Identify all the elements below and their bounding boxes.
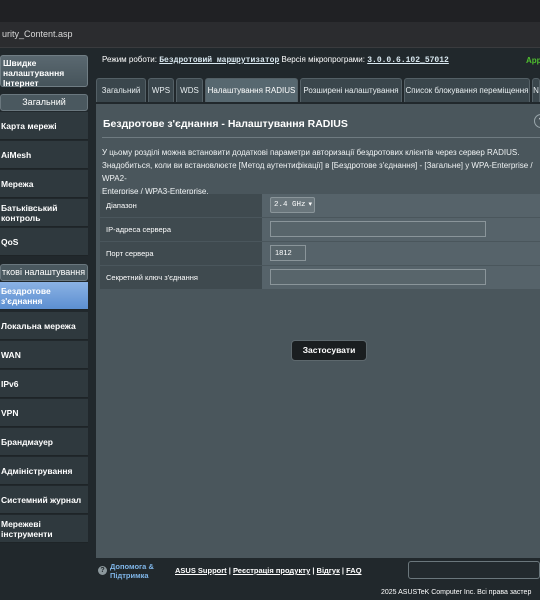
mode-label: Режим роботи: [102,55,157,64]
chevron-down-icon: ▾ [308,201,312,209]
sidebar-item-label: AiMesh [1,149,32,160]
advanced-section-header: ткові налаштування [0,264,88,281]
sidebar-item-label: Карта мережі [1,120,57,131]
band-selected-value: 2.4 GHz [274,201,306,209]
sidebar-item-parental-control[interactable]: Батьківський контроль [0,199,88,227]
server-ip-row: IP-адреса сервера [100,218,540,241]
sidebar-item-system-log[interactable]: Системний журнал [0,486,88,514]
copyright-text: 2025 ASUSTeK Computer Inc. Всі права зас… [381,589,532,596]
tab-roaming-block-list[interactable]: Список блокування переміщення [404,78,530,102]
search-input[interactable] [408,561,540,579]
faq-link[interactable]: FAQ [346,566,361,575]
band-label: Діапазон [100,194,262,217]
sidebar-item-lan[interactable]: Локальна мережа [0,312,88,340]
sidebar-item-label: Мережа [1,178,34,189]
help-support-line: Допомога & [110,562,154,571]
tab-professional[interactable]: Розширені налаштування [300,78,402,102]
product-registration-link[interactable]: Реєстрація продукту [233,566,310,575]
sidebar-item-label: WAN [1,349,21,360]
app-link[interactable]: App [526,56,540,65]
server-port-input[interactable]: 1812 [270,245,306,261]
shared-secret-input[interactable] [270,269,486,285]
title-divider [102,137,540,138]
feedback-link[interactable]: Відгук [317,566,340,575]
sidebar-item-label: IPv6 [1,378,19,389]
router-page: Швидке налаштування Інтернет Загальний К… [0,48,540,600]
firmware-version-link[interactable]: 3.0.0.6.102_57012 [367,56,449,65]
quick-internet-setup-button[interactable]: Швидке налаштування Інтернет [0,55,88,88]
radius-settings-panel: Бездротове з'єднання - Налаштування RADI… [96,104,540,558]
sidebar-item-label: VPN [1,407,19,418]
band-value-cell: 2.4 GHz ▾ [262,194,540,217]
operation-mode-link[interactable]: Бездротовий маршрутизатор [159,56,279,65]
description-line: У цьому розділі можна встановити додатко… [102,148,520,157]
sidebar-item-network[interactable]: Мережа [0,170,88,198]
firmware-label: Версія мікропрограми: [281,55,365,64]
shared-secret-cell [262,266,540,289]
help-support-line: Підтримка [110,571,149,580]
sidebar-item-firewall[interactable]: Брандмауер [0,428,88,456]
footer: ? Допомога & Підтримка ASUS Support | Ре… [96,558,540,584]
help-support-link[interactable]: Допомога & Підтримка [110,562,154,580]
help-icon[interactable]: ? [534,114,540,128]
page-title: Бездротове з'єднання - Налаштування RADI… [103,118,348,130]
browser-address-bar[interactable]: urity_Content.asp [0,22,540,48]
sidebar-item-label: Адміністрування [1,465,73,476]
sidebar-item-vpn[interactable]: VPN [0,399,88,427]
server-port-label: Порт сервера [100,242,262,265]
sidebar-item-aimesh[interactable]: AiMesh [0,141,88,169]
sidebar-item-wireless[interactable]: Бездротове з'єднання [0,282,88,310]
tab-radius-settings[interactable]: Налаштування RADIUS [205,78,298,102]
sidebar-item-label: Локальна мережа [1,320,76,331]
tab-general[interactable]: Загальний [96,78,146,102]
sidebar-item-label: Мережеві інструменти [1,518,53,539]
server-ip-input[interactable] [270,221,486,237]
sidebar-item-network-map[interactable]: Карта мережі [0,112,88,140]
sidebar-item-label: QoS [1,236,19,247]
asus-support-link[interactable]: ASUS Support [175,566,227,575]
sidebar-item-wan[interactable]: WAN [0,341,88,369]
url-text: urity_Content.asp [2,29,73,39]
apply-button[interactable]: Застосувати [291,340,367,361]
server-port-row: Порт сервера 1812 [100,242,540,265]
tab-wps[interactable]: WPS [148,78,174,102]
help-support-icon: ? [98,566,107,575]
shared-secret-row: Секретний ключ з'єднання [100,266,540,289]
browser-top-strip [0,0,540,22]
sidebar-item-label: Системний журнал [1,494,82,505]
general-section-header: Загальний [0,94,88,111]
sidebar-item-label: Бездротове з'єднання [1,285,51,306]
sidebar-item-qos[interactable]: QoS [0,228,88,256]
sidebar-item-label: Батьківський контроль [1,202,58,223]
status-line: Режим роботи: Бездротовий маршрутизатор … [102,55,449,65]
sidebar-item-ipv6[interactable]: IPv6 [0,370,88,398]
sidebar-item-administration[interactable]: Адміністрування [0,457,88,485]
tab-more[interactable]: N [532,78,540,102]
server-ip-label: IP-адреса сервера [100,218,262,241]
footer-links: ASUS Support | Реєстрація продукту | Від… [175,566,362,575]
band-row: Діапазон 2.4 GHz ▾ [100,194,540,217]
description-line: Знадобиться, коли ви встановлюєте [Метод… [102,161,533,183]
shared-secret-label: Секретний ключ з'єднання [100,266,262,289]
page-description: У цьому розділі можна встановити додатко… [102,146,540,198]
server-port-cell: 1812 [262,242,540,265]
sidebar-item-network-tools[interactable]: Мережеві інструменти [0,515,88,543]
band-select[interactable]: 2.4 GHz ▾ [270,197,315,213]
tab-wds[interactable]: WDS [176,78,203,102]
server-ip-cell [262,218,540,241]
sidebar-item-label: Брандмауер [1,436,53,447]
